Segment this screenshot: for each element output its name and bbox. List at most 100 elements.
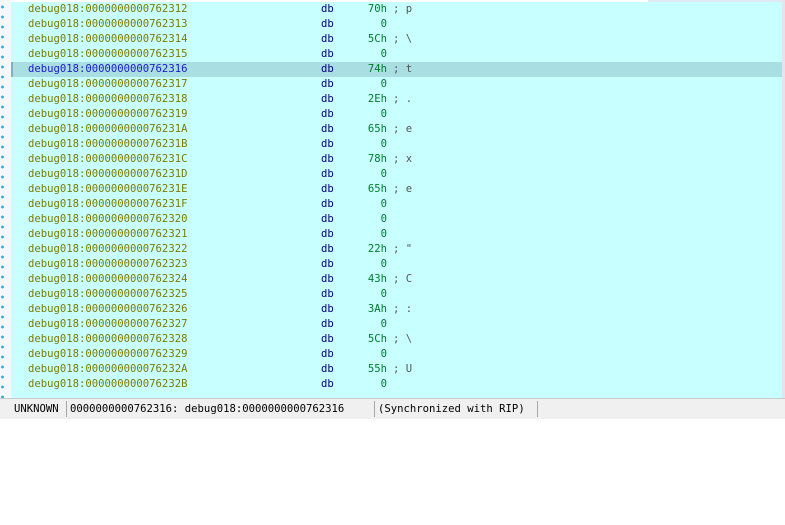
row-mnemonic: db xyxy=(321,228,334,240)
row-mnemonic: db xyxy=(321,333,334,345)
listing-row[interactable]: debug018:0000000000762318 db 2Eh ; . xyxy=(11,92,782,107)
listing-row[interactable]: debug018:0000000000762321 db 0 xyxy=(11,227,782,242)
row-address[interactable]: debug018:0000000000762323 xyxy=(28,257,187,272)
row-comment: ; \ xyxy=(393,33,413,45)
row-value: 3Ah xyxy=(367,303,387,315)
row-address[interactable]: debug018:000000000076232B xyxy=(28,377,187,392)
row-mnemonic: db xyxy=(321,153,334,165)
listing-row[interactable]: debug018:0000000000762324 db 43h ; C xyxy=(11,272,782,287)
status-gutter xyxy=(0,398,11,419)
row-address[interactable]: debug018:0000000000762319 xyxy=(28,107,187,122)
row-address[interactable]: debug018:0000000000762326 xyxy=(28,302,187,317)
row-value: 55h xyxy=(367,363,387,375)
listing-row[interactable]: debug018:0000000000762329 db 0 xyxy=(11,347,782,362)
row-address[interactable]: debug018:0000000000762321 xyxy=(28,227,187,242)
listing-row[interactable]: debug018:000000000076231D db 0 xyxy=(11,167,782,182)
row-mnemonic: db xyxy=(321,18,334,30)
status-separator xyxy=(374,401,375,417)
listing-row[interactable]: debug018:0000000000762320 db 0 xyxy=(11,212,782,227)
row-comment: ; e xyxy=(393,183,413,195)
row-value: 0 xyxy=(380,258,387,270)
listing-row[interactable]: debug018:000000000076232B db 0 xyxy=(11,377,782,392)
listing-row[interactable]: debug018:000000000076231F db 0 xyxy=(11,197,782,212)
row-address[interactable]: debug018:0000000000762314 xyxy=(28,32,187,47)
listing-row[interactable]: debug018:0000000000762315 db 0 xyxy=(11,47,782,62)
disassembly-listing[interactable]: debug018:0000000000762312 db 70h; p debug01… xyxy=(11,2,782,398)
left-gutter xyxy=(0,0,11,398)
row-comment: ; t xyxy=(393,63,413,75)
row-value: 2Eh xyxy=(367,93,387,105)
row-address[interactable]: debug018:0000000000762312 xyxy=(28,2,187,17)
listing-row[interactable]: debug018:000000000076231B db 0 xyxy=(11,137,782,152)
listing-row[interactable]: debug018:000000000076231A db 65h ; e xyxy=(11,122,782,137)
row-address[interactable]: debug018:0000000000762315 xyxy=(28,47,187,62)
breakpoint-gutter[interactable] xyxy=(0,0,5,398)
row-value: 0 xyxy=(380,48,387,60)
row-mnemonic: db xyxy=(321,48,334,60)
listing-row[interactable]: debug018:000000000076231E db 65h ; e xyxy=(11,182,782,197)
row-value: 0 xyxy=(380,18,387,30)
listing-row[interactable]: debug018:0000000000762323 db 0 xyxy=(11,257,782,272)
row-mnemonic: db xyxy=(321,303,334,315)
row-value: 0 xyxy=(380,138,387,150)
listing-row[interactable]: debug018:0000000000762313 db 0 xyxy=(11,17,782,32)
listing-row[interactable]: debug018:000000000076232A db 55h ; U xyxy=(11,362,782,377)
row-value: 0 xyxy=(380,378,387,390)
row-address[interactable]: debug018:000000000076231A xyxy=(28,122,187,137)
row-mnemonic: db xyxy=(321,318,334,330)
row-mnemonic: db xyxy=(321,183,334,195)
status-sync: (Synchronized with RIP) xyxy=(378,403,525,415)
row-comment: ; C xyxy=(393,273,413,285)
row-address[interactable]: debug018:0000000000762320 xyxy=(28,212,187,227)
row-value: 70h xyxy=(367,3,387,15)
listing-row[interactable]: debug018:0000000000762325 db 0 xyxy=(11,287,782,302)
row-mnemonic: db xyxy=(321,108,334,120)
listing-row[interactable]: debug018:0000000000762322 db 22h ; " xyxy=(11,242,782,257)
row-value: 65h xyxy=(367,183,387,195)
listing-row[interactable]: debug018:0000000000762319 db 0 xyxy=(11,107,782,122)
row-address[interactable]: debug018:0000000000762317 xyxy=(28,77,187,92)
row-comment: ; : xyxy=(393,303,413,315)
row-mnemonic: db xyxy=(321,273,334,285)
row-address[interactable]: debug018:000000000076231F xyxy=(28,197,187,212)
row-address[interactable]: debug018:000000000076231E xyxy=(28,182,187,197)
row-value: 78h xyxy=(367,153,387,165)
row-address[interactable]: debug018:000000000076231B xyxy=(28,137,187,152)
row-address[interactable]: debug018:0000000000762325 xyxy=(28,287,187,302)
row-address[interactable]: debug018:0000000000762318 xyxy=(28,92,187,107)
listing-row[interactable]: debug018:0000000000762328 db 5Ch ; \ xyxy=(11,332,782,347)
row-mnemonic: db xyxy=(321,78,334,90)
status-separator xyxy=(537,401,538,417)
row-mnemonic: db xyxy=(321,378,334,390)
row-value: 74h xyxy=(367,63,387,75)
row-mnemonic: db xyxy=(321,168,334,180)
row-mnemonic: db xyxy=(321,258,334,270)
row-value: 0 xyxy=(380,198,387,210)
row-mnemonic: db xyxy=(321,243,334,255)
listing-row[interactable]: debug018:0000000000762312 db 70h ; p xyxy=(11,2,782,17)
row-address[interactable]: debug018:0000000000762324 xyxy=(28,272,187,287)
row-value: 43h xyxy=(367,273,387,285)
listing-row[interactable]: debug018:0000000000762326 db 3Ah ; : xyxy=(11,302,782,317)
listing-row[interactable]: debug018:0000000000762327 db 0 xyxy=(11,317,782,332)
row-address[interactable]: debug018:0000000000762313 xyxy=(28,17,187,32)
listing-row[interactable]: debug018:0000000000762317 db 0 xyxy=(11,77,782,92)
row-address[interactable]: debug018:0000000000762316 xyxy=(28,62,187,77)
row-mnemonic: db xyxy=(321,93,334,105)
listing-row[interactable]: debug018:0000000000762314 db 5Ch ; \ xyxy=(11,32,782,47)
current-line[interactable]: debug018:0000000000762316 db 74h ; t xyxy=(11,62,782,77)
row-address[interactable]: debug018:0000000000762329 xyxy=(28,347,187,362)
listing-row[interactable]: debug018:000000000076231C db 78h ; x xyxy=(11,152,782,167)
row-address[interactable]: debug018:000000000076231D xyxy=(28,167,187,182)
row-address[interactable]: debug018:000000000076231C xyxy=(28,152,187,167)
row-comment: ; \ xyxy=(393,333,413,345)
row-address[interactable]: debug018:0000000000762328 xyxy=(28,332,187,347)
row-mnemonic: db xyxy=(321,138,334,150)
row-value: 0 xyxy=(380,318,387,330)
row-address[interactable]: debug018:0000000000762327 xyxy=(28,317,187,332)
row-address[interactable]: debug018:000000000076232A xyxy=(28,362,187,377)
row-mnemonic: db xyxy=(321,288,334,300)
row-mnemonic: db xyxy=(321,33,334,45)
row-value: 5Ch xyxy=(367,333,387,345)
row-address[interactable]: debug018:0000000000762322 xyxy=(28,242,187,257)
